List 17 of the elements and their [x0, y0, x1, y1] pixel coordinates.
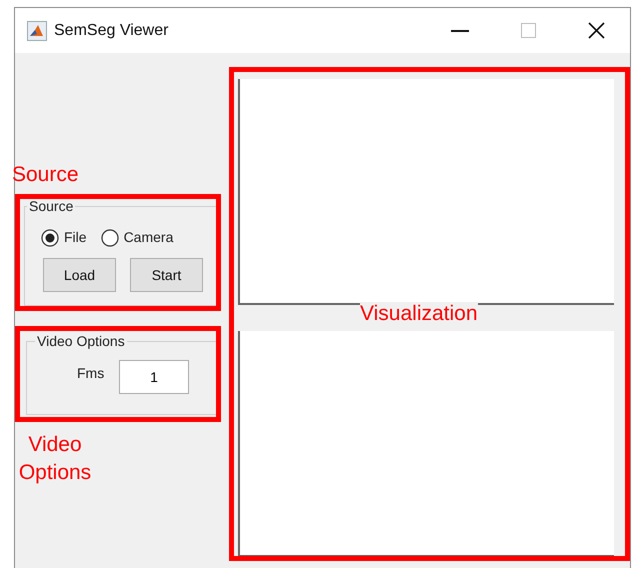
group-title: Source [28, 197, 74, 216]
field-label: Fms [77, 364, 106, 382]
radio-button[interactable] [41, 228, 59, 246]
peak-logo-icon [27, 20, 47, 40]
radio-option[interactable]: File [41, 227, 87, 248]
annotation-label: Video Options [18, 432, 92, 486]
annotation-label: Source [12, 163, 79, 187]
maximize-icon [520, 23, 536, 38]
push-button[interactable]: Start [130, 258, 203, 292]
input-field[interactable]: 1 [119, 360, 189, 394]
minimize-icon [451, 30, 469, 32]
group-title: Video Options [36, 332, 126, 351]
close-icon [588, 22, 604, 39]
window-title: SemSeg Viewer [54, 20, 168, 40]
push-button[interactable]: Load [43, 258, 116, 292]
radio-button[interactable] [100, 228, 119, 246]
radio-option[interactable]: Camera [100, 227, 174, 248]
